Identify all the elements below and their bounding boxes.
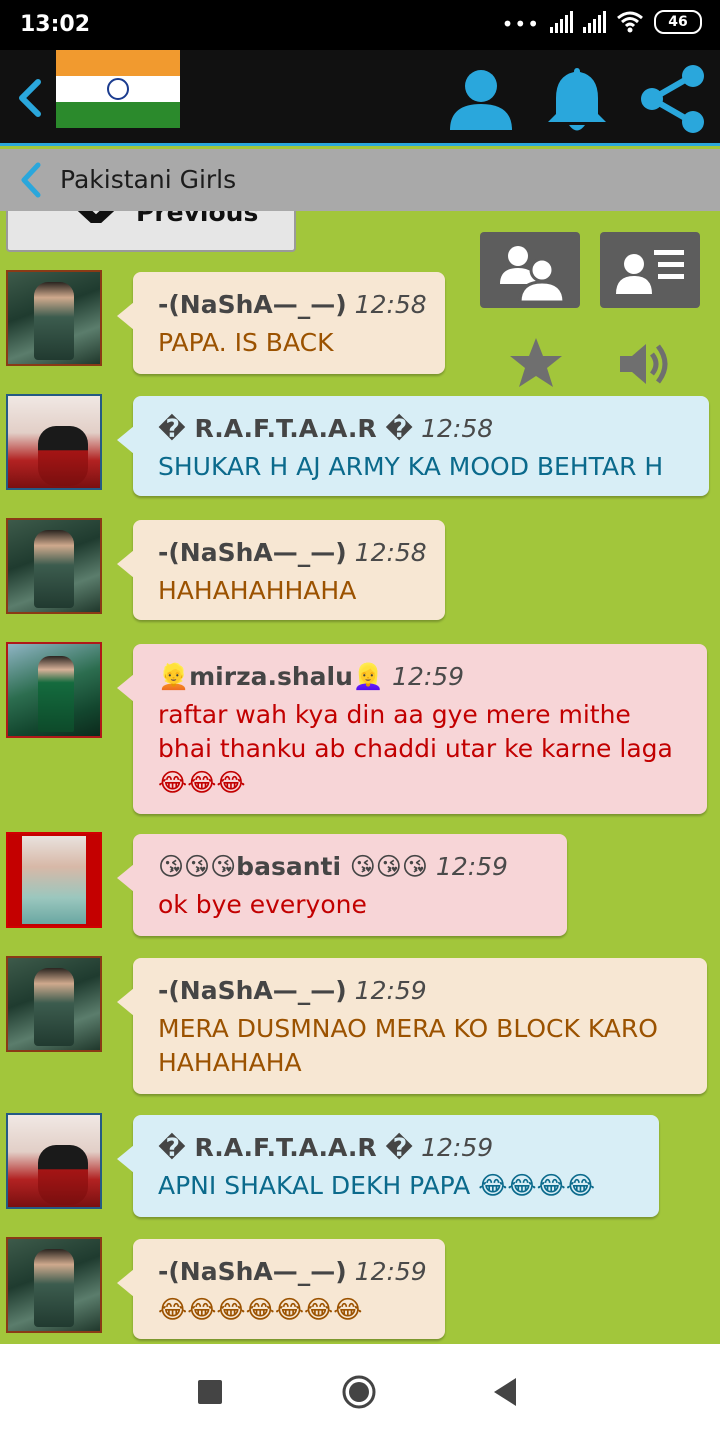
signal-icon xyxy=(550,11,573,33)
status-icons: ••• 46 xyxy=(502,10,702,34)
timestamp: 12:59 xyxy=(421,1133,494,1162)
avatar[interactable] xyxy=(6,394,102,490)
message-text: PAPA. IS BACK xyxy=(158,328,334,357)
timestamp: 12:59 xyxy=(392,662,465,691)
sender-name[interactable]: -(NaShA—_—) xyxy=(158,290,347,319)
battery-icon: 46 xyxy=(654,10,702,34)
share-icon[interactable] xyxy=(638,64,708,134)
timestamp: 12:58 xyxy=(354,290,427,319)
avatar[interactable] xyxy=(6,270,102,366)
avatar[interactable] xyxy=(6,642,102,738)
user-list-icon xyxy=(616,250,684,294)
message-text: MERA DUSMNAO MERA KO BLOCK KARO HAHAHAHA xyxy=(158,1014,658,1077)
message-text: SHUKAR H AJ ARMY KA MOOD BEHTAR H xyxy=(158,452,664,481)
sender-name[interactable]: 😘😘😘basanti 😘😘😘 xyxy=(158,852,428,881)
speaker-icon[interactable] xyxy=(616,338,672,390)
message-text: ok bye everyone xyxy=(158,890,367,919)
bell-icon[interactable] xyxy=(542,64,612,134)
message-bubble: -(NaShA—_—) 12:58 PAPA. IS BACK xyxy=(117,272,445,374)
message-bubble: -(NaShA—_—) 12:59 MERA DUSMNAO MERA KO BL… xyxy=(117,958,707,1094)
user-list-button[interactable] xyxy=(600,232,700,308)
avatar[interactable] xyxy=(6,1237,102,1333)
timestamp: 12:59 xyxy=(354,976,427,1005)
sender-name[interactable]: -(NaShA—_—) xyxy=(158,538,347,567)
recents-icon[interactable] xyxy=(198,1380,222,1404)
message-bubble: � R.A.F.T.A.A.R � 12:58 SHUKAR H AJ ARMY … xyxy=(117,396,709,496)
users-button[interactable] xyxy=(480,232,580,308)
message-text: 😂😂😂😂😂😂😂 xyxy=(158,1295,363,1324)
sender-name[interactable]: -(NaShA—_—) xyxy=(158,1257,347,1286)
status-bar: 13:02 ••• 46 xyxy=(0,0,720,50)
message-bubble: -(NaShA—_—) 12:59 😂😂😂😂😂😂😂 xyxy=(117,1239,445,1339)
avatar[interactable] xyxy=(6,956,102,1052)
message-bubble: -(NaShA—_—) 12:58 HAHAHAHHAHA xyxy=(117,520,445,620)
signal-icon-2 xyxy=(583,11,606,33)
app-header xyxy=(0,50,720,146)
clock: 13:02 xyxy=(20,12,91,37)
back-icon[interactable] xyxy=(12,76,46,120)
timestamp: 12:58 xyxy=(421,414,494,443)
wifi-icon xyxy=(617,11,643,33)
message-text: APNI SHAKAL DEKH PAPA 😂😂😂😂 xyxy=(158,1171,596,1200)
india-flag-icon xyxy=(56,50,180,128)
more-dots-icon: ••• xyxy=(501,12,540,36)
avatar[interactable] xyxy=(6,518,102,614)
room-header-cover: Pakistani Girls xyxy=(0,149,720,211)
message-text: raftar wah kya din aa gye mere mithe bha… xyxy=(158,700,673,797)
sender-name[interactable]: � R.A.F.T.A.A.R � xyxy=(158,1133,413,1162)
message-bubble: � R.A.F.T.A.A.R � 12:59 APNI SHAKAL DEKH … xyxy=(117,1115,659,1217)
system-nav-bar xyxy=(0,1344,720,1440)
avatar[interactable] xyxy=(6,1113,102,1209)
star-icon[interactable] xyxy=(508,336,564,390)
timestamp: 12:59 xyxy=(354,1257,427,1286)
home-icon[interactable] xyxy=(341,1374,377,1410)
timestamp: 12:58 xyxy=(354,538,427,567)
room-title: Pakistani Girls xyxy=(60,165,237,194)
profile-icon[interactable] xyxy=(446,64,516,134)
sender-name[interactable]: 👱mirza.shalu👱‍♀️ xyxy=(158,662,384,691)
timestamp: 12:59 xyxy=(435,852,508,881)
avatar[interactable] xyxy=(6,832,102,928)
message-text: HAHAHAHHAHA xyxy=(158,576,357,605)
message-bubble: 👱mirza.shalu👱‍♀️ 12:59 raftar wah kya din… xyxy=(117,644,707,814)
sender-name[interactable]: -(NaShA—_—) xyxy=(158,976,347,1005)
room-back-icon[interactable] xyxy=(16,161,44,199)
sender-name[interactable]: � R.A.F.T.A.A.R � xyxy=(158,414,413,443)
back-nav-icon[interactable] xyxy=(494,1378,518,1406)
message-bubble: 😘😘😘basanti 😘😘😘 12:59 ok bye everyone xyxy=(117,834,567,936)
users-icon xyxy=(500,246,566,302)
